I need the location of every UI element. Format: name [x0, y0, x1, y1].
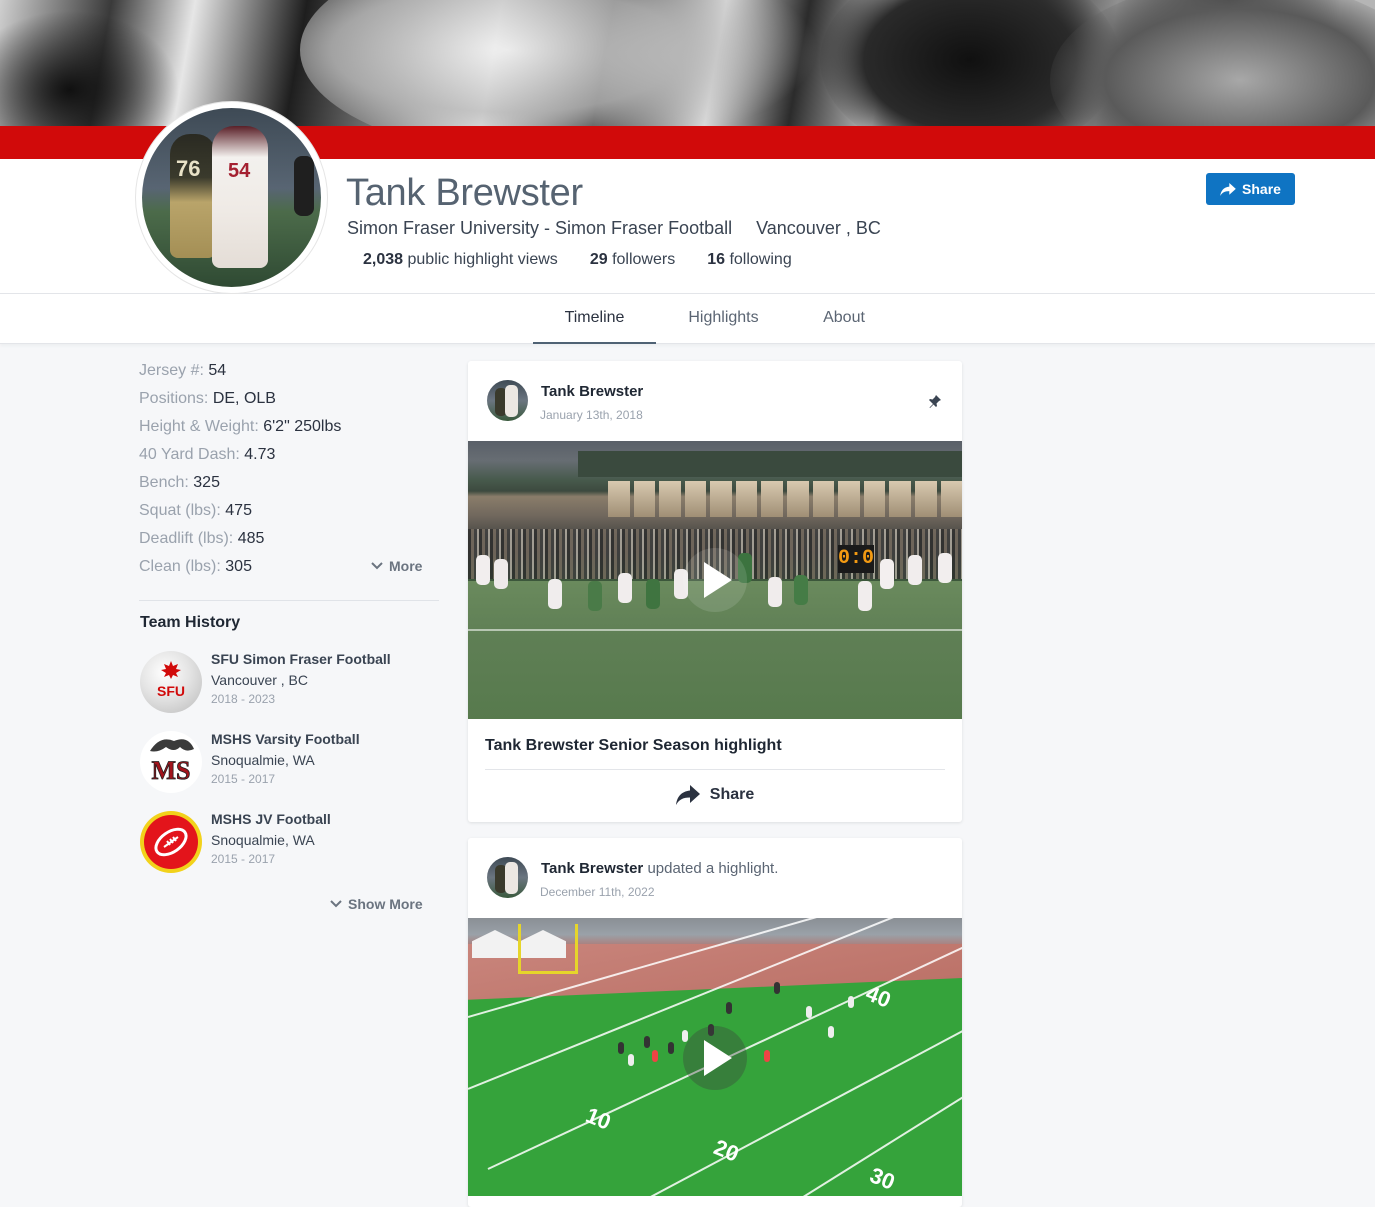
post-author[interactable]: Tank Brewster updated a highlight. [541, 860, 778, 877]
share-arrow-icon [1220, 182, 1236, 196]
fact-row: Bench: 325 [139, 474, 220, 491]
team-item[interactable]: MSHS JV Football Snoqualmie, WA 2015 - 2… [140, 811, 440, 881]
profile-name: Tank Brewster [346, 172, 583, 214]
team-name: SFU Simon Fraser Football [211, 651, 391, 667]
athlete-facts: Jersey #: 54 Positions: DE, OLB Height &… [139, 361, 439, 585]
followers-stat[interactable]: 29 followers [590, 251, 675, 269]
highlight-video[interactable]: 0:0 [468, 441, 962, 719]
views-stat: 2,038 public highlight views [363, 251, 558, 268]
chevron-down-icon [330, 900, 342, 908]
team-item[interactable]: SFU SFU Simon Fraser Football Vancouver … [140, 651, 440, 721]
section-divider [139, 600, 439, 601]
fact-row: Positions: DE, OLB [139, 390, 276, 407]
share-arrow-icon [675, 785, 700, 805]
tab-timeline[interactable]: Timeline [533, 294, 656, 344]
fact-row: Jersey #: 54 [139, 362, 227, 379]
more-facts-button[interactable]: More [371, 558, 422, 574]
sfu-logo: SFU [140, 651, 202, 713]
show-more-teams-button[interactable]: Show More [330, 896, 423, 912]
post-title[interactable]: Tank Brewster Senior Season highlight [485, 737, 782, 755]
pin-icon [929, 395, 941, 408]
profile-stats: 2,038 public highlight views 29 follower… [363, 251, 792, 269]
profile-tabs: Timeline Highlights About [0, 294, 1375, 344]
tab-about[interactable]: About [800, 294, 888, 344]
chevron-down-icon [371, 562, 383, 570]
profile-affiliation: Simon Fraser University - Simon Fraser F… [347, 218, 881, 239]
fact-row: Deadlift (lbs): 485 [139, 530, 265, 547]
share-button[interactable]: Share [1206, 173, 1295, 205]
fact-row: Height & Weight: 6'2" 250lbs [139, 418, 342, 435]
team-item[interactable]: MS MSHS Varsity Football Snoqualmie, WA … [140, 731, 440, 801]
scoreboard-clock: 0:0 [838, 545, 874, 573]
profile-school[interactable]: Simon Fraser University - Simon Fraser F… [347, 218, 732, 238]
team-name: MSHS Varsity Football [211, 731, 360, 747]
play-icon[interactable] [683, 1026, 747, 1090]
team-years: 2015 - 2017 [211, 772, 276, 786]
team-location: Snoqualmie, WA [211, 832, 315, 848]
team-location: Vancouver , BC [211, 672, 309, 688]
fact-row: 40 Yard Dash: 4.73 [139, 446, 276, 463]
team-years: 2015 - 2017 [211, 852, 276, 866]
mshs-logo-text: MS [152, 756, 191, 785]
team-name: MSHS JV Football [211, 811, 331, 827]
profile-location: Vancouver , BC [756, 218, 881, 238]
post-divider [485, 769, 945, 770]
following-stat[interactable]: 16 following [707, 251, 792, 269]
football-icon [140, 811, 202, 873]
feed-post: Tank Brewster January 13th, 2018 0:0 Tan… [468, 361, 962, 822]
team-location: Snoqualmie, WA [211, 752, 315, 768]
post-share-button[interactable]: Share [468, 785, 962, 805]
post-author-avatar[interactable] [487, 380, 528, 421]
highlight-video[interactable]: 40 10 20 30 [468, 918, 962, 1196]
play-icon[interactable] [683, 548, 747, 612]
post-date: December 11th, 2022 [540, 885, 655, 899]
sfu-logo-text: SFU [157, 683, 185, 699]
feed-post: Tank Brewster updated a highlight. Decem… [468, 838, 962, 1207]
post-author[interactable]: Tank Brewster [541, 383, 643, 400]
tab-highlights[interactable]: Highlights [672, 294, 775, 344]
team-history-title: Team History [140, 614, 241, 631]
post-author-avatar[interactable] [487, 857, 528, 898]
post-date: January 13th, 2018 [540, 408, 643, 422]
mshs-varsity-logo: MS [140, 731, 202, 793]
profile-avatar[interactable]: 76 54 [135, 101, 328, 294]
fact-row: Squat (lbs): 475 [139, 502, 252, 519]
team-years: 2018 - 2023 [211, 692, 276, 706]
